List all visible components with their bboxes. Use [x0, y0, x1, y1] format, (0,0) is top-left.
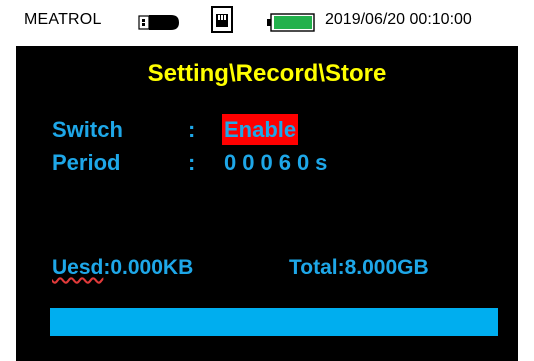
storage-used-key: Uesd — [52, 256, 104, 279]
usb-drive-icon — [138, 15, 179, 30]
sd-card-icon — [211, 6, 233, 33]
brand-name: MEATROL — [24, 11, 102, 28]
storage-used: Uesd:0.000KB — [52, 256, 193, 280]
storage-total: Total:8.000GB — [289, 256, 429, 279]
switch-value[interactable]: Enable — [222, 114, 299, 145]
switch-separator: : — [188, 117, 196, 142]
storage-used-value: :0.000KB — [103, 256, 194, 279]
page-title: Setting\Record\Store — [147, 60, 387, 87]
storage-progress-fill — [50, 308, 498, 336]
battery-fill — [274, 16, 312, 29]
status-bar: MEATROL 2019/06/20 00:10:00 — [16, 0, 518, 46]
battery-icon — [267, 13, 315, 32]
period-separator: : — [188, 150, 196, 175]
switch-label: Switch — [52, 117, 123, 142]
device-screen: MEATROL 2019/06/20 00:10:00 Setting\Reco… — [16, 0, 518, 361]
datetime: 2019/06/20 00:10:00 — [325, 11, 472, 28]
storage-progress-bar — [50, 308, 498, 336]
period-value[interactable]: 00060s — [224, 150, 333, 176]
period-label: Period — [52, 150, 121, 175]
